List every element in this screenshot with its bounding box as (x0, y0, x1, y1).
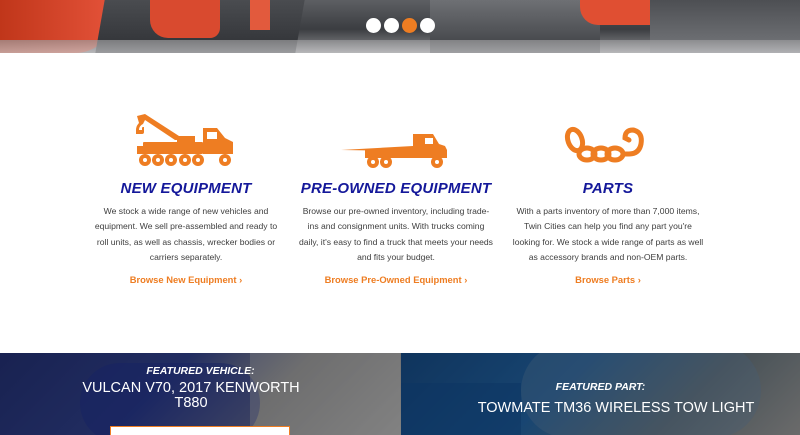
carousel-dot[interactable] (402, 18, 417, 33)
chain-hook-icon (510, 110, 706, 170)
browse-parts-link[interactable]: Browse Parts › (510, 274, 706, 285)
pre-owned-equipment-section: PRE-OWNED EQUIPMENT Browse our pre-owned… (298, 110, 494, 285)
carousel-dot[interactable] (366, 18, 381, 33)
parts-section: PARTS With a parts inventory of more tha… (510, 110, 706, 285)
tow-truck-icon (88, 110, 284, 170)
hero-image-detail (150, 0, 220, 38)
browse-pre-owned-equipment-link[interactable]: Browse Pre-Owned Equipment › (298, 274, 494, 285)
browse-new-equipment-link[interactable]: Browse New Equipment › (88, 274, 284, 285)
featured-vehicle-title: VULCAN V70, 2017 KENWORTH T880 (82, 380, 300, 411)
column-description: We stock a wide range of new vehicles an… (94, 206, 278, 262)
hero-image-detail (250, 0, 270, 30)
new-equipment-section: NEW EQUIPMENT We stock a wide range of n… (88, 110, 284, 285)
featured-vehicle-kicker: FEATURED VEHICLE: (146, 365, 255, 377)
carousel-dot[interactable] (384, 18, 399, 33)
featured-part-kicker: FEATURED PART: (555, 381, 646, 393)
hero-image-detail (0, 40, 800, 53)
column-heading: NEW EQUIPMENT (120, 180, 252, 197)
column-heading: PRE-OWNED EQUIPMENT (300, 180, 492, 197)
featured-vehicle-panel[interactable]: FEATURED VEHICLE: VULCAN V70, 2017 KENWO… (0, 353, 401, 435)
featured-vehicle-button[interactable] (110, 426, 290, 435)
hero-image-detail (580, 0, 650, 25)
featured-part-title: TOWMATE TM36 WIRELESS TOW LIGHT (477, 400, 755, 416)
featured-part-panel[interactable]: FEATURED PART: TOWMATE TM36 WIRELESS TOW… (401, 353, 800, 435)
column-description: With a parts inventory of more than 7,00… (512, 206, 704, 262)
carousel-dots (366, 18, 435, 33)
column-description: Browse our pre-owned inventory, includin… (299, 206, 493, 262)
image-overlay (401, 353, 800, 435)
flatbed-truck-icon (298, 110, 494, 170)
carousel-dot[interactable] (420, 18, 435, 33)
column-heading: PARTS (582, 180, 634, 197)
hero-carousel (0, 0, 800, 53)
